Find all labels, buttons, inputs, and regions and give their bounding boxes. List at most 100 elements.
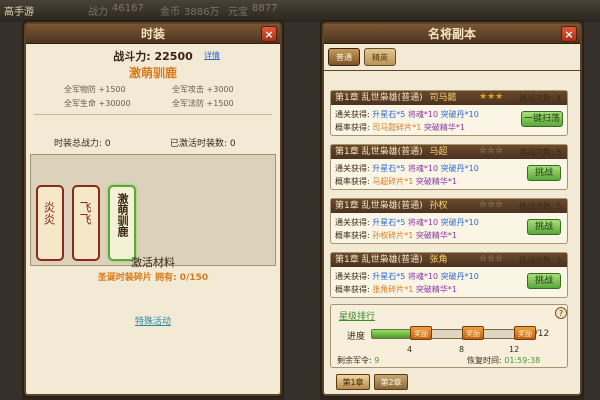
challenge-button[interactable]: 挑战 [527,219,561,235]
star-outline-icon: ☆ [479,146,488,156]
row-3-reward-b: 将魂*10 [407,218,439,227]
dungeon-row-2: 第1章 乱世枭雄(普通) 马超 ☆☆☆ 挑战次数: 5 通关获得: 升星石*5 … [330,144,568,190]
challenge-button[interactable]: 挑战 [527,165,561,181]
star-outline-icon: ☆ [487,146,496,156]
progress-bar [371,329,523,339]
star-outline-icon: ☆ [487,200,496,210]
star-outline-icon: ☆ [495,254,504,264]
row-3-reward-c: 突破丹*10 [440,218,479,227]
site-watermark: 高手游 [4,7,34,18]
costume-panel: 时装 × 战斗力: 22500 详情 激萌驯鹿 全军物防 +1500 全军攻击 … [24,22,282,396]
left-backdrop [0,22,22,400]
row-3-prob-line: 概率获得: 孙权碎片*1 突破精华*1 [335,230,457,241]
special-activity-link[interactable]: 特殊活动 [26,314,280,327]
row-2-prob-line: 概率获得: 马超碎片*1 突破精华*1 [335,176,457,187]
row-3-stars: ☆☆☆ [479,200,503,210]
row-3-prob-a: 孙权碎片*1 [372,231,414,240]
star-icon: ★ [479,92,488,102]
chapter-tab-1[interactable]: 第1章 [336,374,370,390]
chapter-tab-2[interactable]: 第2章 [374,374,408,390]
total-power-label: 时装总战力: 0 [54,139,111,149]
material-title: 激活材料 [131,256,175,269]
row-3-reward-label: 通关获得: [335,218,370,227]
costume-card-2[interactable]: 飞飞 [72,185,100,261]
power-stat-label: 战力 [88,7,108,18]
row-1-stars: ★★★ [479,92,503,102]
progress-fill [372,330,410,338]
close-icon[interactable]: × [561,26,577,42]
material-line: 圣诞时装碎片 拥有: 0/150 [97,273,209,283]
challenge-button[interactable]: 挑战 [527,273,561,289]
stat-magic-def: 全军法防 +1500 [172,99,234,108]
row-4-chapter: 第1章 乱世枭雄(普通) [335,255,423,265]
row-4-reward-label: 通关获得: [335,272,370,281]
dungeon-row-1: 第1章 乱世枭雄(普通) 司马懿 ★★★ 挑战次数: 4 通关获得: 升星石*5… [330,90,568,136]
sweep-button[interactable]: 一键扫荡 [521,111,563,127]
row-3-chapter: 第1章 乱世枭雄(普通) [335,201,423,211]
reward-chest-1[interactable]: 奖励 [410,326,432,340]
costume-panel-title: 时装 [26,24,280,44]
row-2-reward-line: 通关获得: 升星石*5 将魂*10 突破丹*10 [335,163,479,174]
row-2-reward-a: 升星石*5 [372,164,406,173]
row-2-hero: 马超 [429,147,448,157]
remaining-label: 剩余军令: [337,356,372,365]
row-1-prob-label: 概率获得: [335,123,370,132]
row-4-challenge: 挑战次数: 5 [519,256,562,265]
costume-card-1[interactable]: 炎炎 [36,185,64,261]
row-1-reward-a: 升星石*5 [372,110,406,119]
costume-card-3-text: 激萌驯鹿 [116,193,129,237]
gold-stat-value: 3886万 [184,7,220,18]
costume-name: 激萌驯鹿 [128,66,177,80]
row-1-chapter: 第1章 乱世枭雄(普通) [335,93,423,103]
row-2-challenge: 挑战次数: 5 [519,148,562,157]
remaining-line: 剩余军令: 9 [337,355,379,366]
dungeon-row-3: 第1章 乱世枭雄(普通) 孙权 ☆☆☆ 挑战次数: 5 通关获得: 升星石*5 … [330,198,568,244]
game-top-bar: 高手游 战力 46167 金币 3886万 元宝 8877 [0,0,600,22]
costume-card-selected[interactable]: 激萌驯鹿 [108,185,136,261]
tab-normal[interactable]: 普通 [328,48,360,66]
row-4-prob-b: 突破精华*1 [415,285,457,294]
star-outline-icon: ☆ [495,146,504,156]
row-1-prob-line: 概率获得: 司马懿碎片*1 突破精华*1 [335,122,465,133]
row-1-hero: 司马懿 [429,93,457,103]
dungeon-row-4: 第1章 乱世枭雄(普通) 张角 ☆☆☆ 挑战次数: 5 通关获得: 升星石*5 … [330,252,568,298]
tab-elite[interactable]: 精英 [364,48,396,66]
row-1-reward-line: 通关获得: 升星石*5 将魂*10 突破丹*10 [335,109,479,120]
power-label: 战斗力: 22500 [113,50,193,63]
star-outline-icon: ☆ [487,254,496,264]
row-4-hero: 张角 [429,255,448,265]
row-2-chapter: 第1章 乱世枭雄(普通) [335,147,423,157]
row-3-reward-a: 升星石*5 [372,218,406,227]
activated-count-label: 已激活时装数: 0 [170,139,236,149]
recover-value: 01:59:38 [504,356,541,365]
star-icon: ★ [495,92,504,102]
power-stat-value: 46167 [112,3,144,14]
dungeon-panel: 名将副本 × 普通 精英 第1章 乱世枭雄(普通) 司马懿 ★★★ 挑战次数: … [322,22,582,396]
milestone-2: 8 [459,345,465,354]
reward-chest-3[interactable]: 奖励 [514,326,536,340]
help-icon[interactable]: ? [555,307,567,319]
reward-chest-2[interactable]: 奖励 [462,326,484,340]
row-1-reward-c: 突破丹*10 [440,110,479,119]
gold-stat-label: 金币 [160,7,180,18]
row-4-prob-label: 概率获得: [335,285,370,294]
row-2-stars: ☆☆☆ [479,146,503,156]
star-icon: ★ [487,92,496,102]
detail-link[interactable]: 详情 [204,50,220,61]
star-rank-link[interactable]: 星级排行 [339,309,375,322]
progress-label: 进度 [347,332,366,342]
row-1-prob-a: 司马懿碎片*1 [372,123,422,132]
star-outline-icon: ☆ [479,200,488,210]
close-icon[interactable]: × [261,26,277,42]
row-2-prob-b: 突破精华*1 [415,177,457,186]
costume-list [30,154,276,266]
row-2-reward-c: 突破丹*10 [440,164,479,173]
star-outline-icon: ☆ [495,200,504,210]
row-4-reward-a: 升星石*5 [372,272,406,281]
row-3-prob-b: 突破精华*1 [415,231,457,240]
tabs-divider [324,70,580,71]
row-3-reward-line: 通关获得: 升星石*5 将魂*10 突破丹*10 [335,217,479,228]
row-4-reward-c: 突破丹*10 [440,272,479,281]
stat-hp: 全军生命 +30000 [64,99,131,108]
middle-backdrop [284,22,320,400]
